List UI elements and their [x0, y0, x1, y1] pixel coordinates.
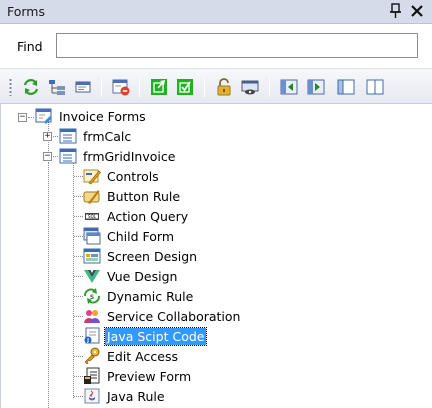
tree-item-label: Controls	[107, 168, 159, 184]
svg-text:J: J	[86, 338, 89, 344]
green-export-icon[interactable]	[150, 78, 168, 96]
dynamic-rule-icon: S	[83, 287, 101, 305]
panel-title-bar: Forms	[0, 0, 432, 24]
lock-icon[interactable]	[215, 78, 233, 96]
vue-logo-icon	[83, 267, 101, 285]
tree-connector	[73, 162, 74, 398]
controls-icon	[83, 167, 101, 185]
tree-item-preview-form[interactable]: Preview Form	[83, 366, 193, 386]
tree-node-frmcalc[interactable]: frmCalc	[59, 126, 133, 146]
find-label: Find	[17, 39, 43, 54]
tree-connector	[28, 117, 34, 118]
tree-connector	[74, 176, 83, 177]
toolbar-separator	[204, 77, 205, 97]
split-left-icon[interactable]	[337, 78, 355, 96]
form-root-icon	[35, 107, 53, 125]
tree-connector	[74, 256, 83, 257]
tree-item-label: Screen Design	[107, 248, 198, 264]
tree-root-invoice-forms[interactable]: Invoice Forms	[35, 106, 148, 126]
frmcalc-expand-toggle[interactable]: +	[43, 132, 52, 141]
toolbar-separator	[269, 77, 270, 97]
tree-item-label: Vue Design	[107, 268, 178, 284]
nav-right-icon[interactable]	[307, 78, 325, 96]
tree-item-edit-access[interactable]: Edit Access	[83, 346, 180, 366]
tree-root-label: Invoice Forms	[59, 108, 146, 124]
screen-view-icon[interactable]	[241, 78, 259, 96]
tree-node-label: frmGridInvoice	[83, 148, 176, 164]
tree-connector	[74, 316, 83, 317]
find-bar: Find	[0, 24, 432, 68]
tree-connector	[48, 162, 49, 408]
svg-text:SQL: SQL	[88, 214, 97, 219]
root-collapse-toggle[interactable]: −	[18, 113, 27, 122]
tree-item-controls[interactable]: Controls	[83, 166, 161, 186]
service-collaboration-icon	[83, 307, 101, 325]
tree-connector	[74, 376, 83, 377]
form-icon	[59, 127, 77, 145]
close-icon[interactable]	[408, 1, 426, 21]
preview-form-icon	[83, 367, 101, 385]
panel-title: Forms	[7, 4, 46, 19]
form-delete-icon[interactable]	[112, 78, 130, 96]
tree-item-java-rule[interactable]: Java Rule	[83, 386, 167, 406]
tree-item-button-rule[interactable]: Button Rule	[83, 186, 182, 206]
tree-connector	[74, 296, 83, 297]
tree-item-label: Button Rule	[107, 188, 181, 204]
forms-tree: − Invoice Forms + frmCalc − frmGridInvoi…	[0, 104, 432, 408]
toolbar-separator	[101, 77, 102, 97]
tree-item-vue-design[interactable]: Vue Design	[83, 266, 179, 286]
properties-icon[interactable]	[74, 78, 92, 96]
tree-item-action-query[interactable]: SQL Action Query	[83, 206, 190, 226]
tree-item-dynamic-rule[interactable]: S Dynamic Rule	[83, 286, 195, 306]
tree-item-label: Java Rule	[107, 388, 165, 404]
refresh-icon[interactable]	[22, 78, 40, 96]
tree-item-label: Preview Form	[107, 368, 192, 384]
javascript-code-icon: J	[83, 327, 101, 345]
tree-item-label: Dynamic Rule	[107, 288, 194, 304]
find-input[interactable]	[56, 33, 418, 58]
tree-item-child-form[interactable]: Child Form	[83, 226, 176, 246]
toolbar-separator	[139, 77, 140, 97]
tree-item-service-collaboration[interactable]: Service Collaboration	[83, 306, 242, 326]
java-rule-icon	[83, 387, 101, 405]
tree-connector	[74, 216, 83, 217]
tree-node-frmgridinvoice[interactable]: frmGridInvoice	[59, 146, 177, 166]
tree-item-label: Service Collaboration	[107, 308, 241, 324]
screen-design-icon	[83, 247, 101, 265]
action-query-icon: SQL	[83, 207, 101, 225]
tree-connector	[74, 396, 83, 397]
tree-connector	[74, 196, 83, 197]
button-rule-icon	[83, 187, 101, 205]
tree-item-label: Java Scipt Code	[103, 326, 208, 346]
pin-icon[interactable]	[388, 2, 404, 20]
tree-node-label: frmCalc	[83, 128, 132, 144]
tree-item-label: Action Query	[107, 208, 189, 224]
toolbar	[0, 68, 432, 104]
tree-connector	[74, 356, 83, 357]
tree-item-java-script-code[interactable]: J Java Scipt Code	[83, 326, 208, 346]
toolbar-grip[interactable]	[9, 78, 12, 96]
svg-text:S: S	[90, 294, 94, 301]
split-columns-icon[interactable]	[366, 78, 384, 96]
form-icon	[59, 147, 77, 165]
tree-item-screen-design[interactable]: Screen Design	[83, 246, 199, 266]
tree-item-label: Child Form	[107, 228, 174, 244]
nav-left-icon[interactable]	[280, 78, 298, 96]
tree-connector	[74, 276, 83, 277]
tree-connector	[74, 236, 83, 237]
child-form-icon	[83, 227, 101, 245]
green-check-icon[interactable]	[176, 78, 194, 96]
tree-item-label: Edit Access	[107, 348, 178, 364]
tree-view-icon[interactable]	[48, 78, 66, 96]
edit-access-key-icon	[83, 347, 101, 365]
frmgridinvoice-collapse-toggle[interactable]: −	[43, 152, 52, 161]
tree-connector	[74, 336, 83, 337]
